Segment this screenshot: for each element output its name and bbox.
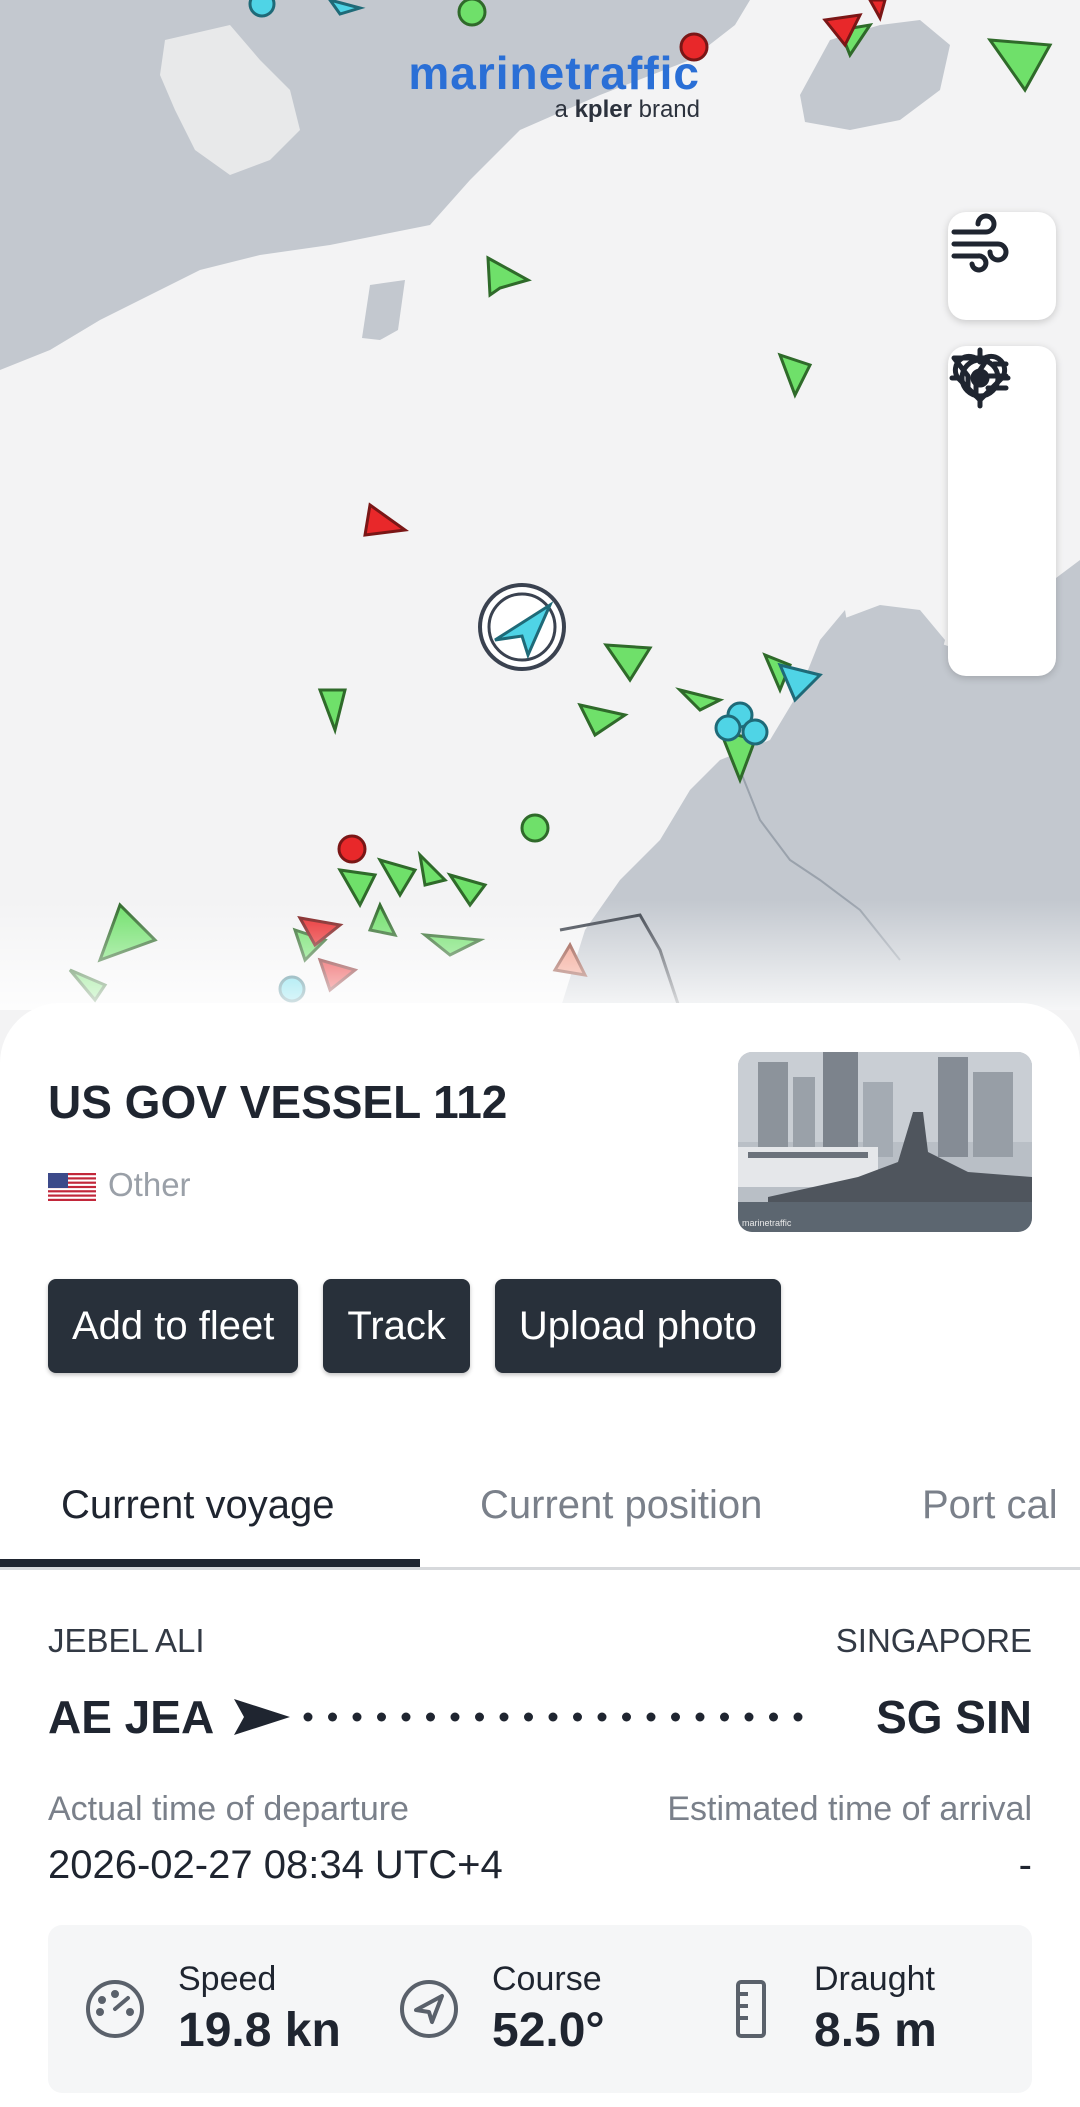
route-dot — [744, 1712, 754, 1722]
map-control-weather — [948, 212, 1056, 320]
vessel-marker[interactable] — [486, 255, 532, 298]
origin-port-name[interactable]: JEBEL ALI — [48, 1622, 205, 1660]
eta-label: Estimated time of arrival — [667, 1790, 1032, 1828]
vessel-marker[interactable] — [363, 502, 409, 537]
vessel-details-sheet[interactable]: US GOV VESSEL 112 Other marinetraffic Ad… — [0, 1003, 1080, 2107]
atd-value: 2026-02-27 08:34 UTC+4 — [48, 1843, 503, 1887]
voyage-stats: Speed 19.8 kn Course 52.0° Draught 8.5 m — [48, 1925, 1032, 2093]
ruler-icon — [736, 1980, 766, 2038]
vessel-marker[interactable] — [675, 687, 725, 712]
route-dot — [769, 1712, 779, 1722]
atd-label: Actual time of departure — [48, 1790, 409, 1828]
photo-watermark: marinetraffic — [742, 1218, 792, 1228]
land-islet — [362, 280, 405, 340]
map-view[interactable]: marinetraffic a kpler brand — [0, 0, 1080, 1010]
arrival-time: Estimated time of arrival - — [667, 1790, 1032, 1888]
us-flag-icon — [48, 1173, 96, 1201]
land-northeast — [800, 20, 950, 130]
vessel-marker[interactable] — [986, 38, 1053, 93]
vessel-photo-image: marinetraffic — [738, 1052, 1032, 1232]
vessel-marker[interactable] — [317, 688, 347, 736]
route-dot — [524, 1712, 534, 1722]
locate-button[interactable] — [948, 347, 1056, 670]
destination-port-code[interactable]: SG SIN — [876, 1690, 1032, 1744]
track-button[interactable]: Track — [323, 1279, 470, 1373]
route-dot — [328, 1712, 338, 1722]
route-dot — [646, 1712, 656, 1722]
vessel-marker-stationary[interactable] — [714, 714, 742, 742]
route-dot — [695, 1712, 705, 1722]
wind-button[interactable] — [948, 212, 1056, 320]
route-dot — [671, 1712, 681, 1722]
departure-time: Actual time of departure 2026-02-27 08:3… — [48, 1790, 503, 1888]
vessel-marker-stationary[interactable] — [337, 834, 367, 864]
speed-stat: Speed 19.8 kn — [84, 1925, 341, 2093]
vessel-marker-stationary[interactable] — [457, 0, 487, 27]
route-dot — [720, 1712, 730, 1722]
vessel-marker-stationary[interactable] — [741, 718, 769, 746]
filter-button[interactable] — [948, 355, 1056, 562]
brand-tagline: a kpler brand — [554, 96, 700, 123]
vessel-marker[interactable] — [777, 352, 813, 399]
route-dot — [475, 1712, 485, 1722]
course-stat: Course 52.0° — [398, 1925, 605, 2093]
brand-logo: marinetraffic a kpler brand — [380, 46, 700, 124]
route-dot — [450, 1712, 460, 1722]
destination-port-name[interactable]: SINGAPORE — [836, 1622, 1032, 1660]
route-dot — [597, 1712, 607, 1722]
route-dot — [548, 1712, 558, 1722]
detail-tabs: Current voyage Current position Port cal — [0, 1433, 1080, 1570]
draught-value: 8.5 m — [814, 2004, 937, 2057]
vessel-marker-stationary[interactable] — [248, 0, 276, 18]
vessel-marker[interactable] — [603, 643, 653, 683]
vessel-marker[interactable] — [868, 0, 887, 22]
route-dot — [426, 1712, 436, 1722]
tab-current-voyage[interactable]: Current voyage — [61, 1483, 334, 1528]
add-to-fleet-button[interactable]: Add to fleet — [48, 1279, 299, 1373]
draught-label: Draught — [814, 1960, 935, 1998]
upload-photo-button[interactable]: Upload photo — [494, 1279, 781, 1373]
map-control-group — [948, 346, 1056, 676]
tab-current-position[interactable]: Current position — [480, 1483, 762, 1528]
course-icon — [400, 1980, 458, 2038]
vessel-marker[interactable] — [577, 702, 629, 738]
route-line — [234, 1699, 803, 1735]
route-dot — [352, 1712, 362, 1722]
route-dot — [793, 1712, 803, 1722]
speed-value: 19.8 kn — [178, 2004, 341, 2057]
active-tab-indicator — [0, 1559, 420, 1567]
speed-label: Speed — [178, 1960, 277, 1998]
course-label: Course — [492, 1960, 602, 1998]
brand-name: marinetraffic — [408, 47, 700, 99]
route-dot — [401, 1712, 411, 1722]
selected-vessel-marker[interactable] — [478, 583, 566, 671]
vessel-marker-stationary[interactable] — [520, 813, 550, 843]
vessel-arrow-icon — [234, 1699, 291, 1735]
origin-port-code[interactable]: AE JEA — [48, 1690, 214, 1744]
route-dot — [622, 1712, 632, 1722]
vessel-name: US GOV VESSEL 112 — [48, 1076, 508, 1128]
vessel-marker[interactable] — [376, 857, 418, 898]
route-dot — [573, 1712, 583, 1722]
wind-icon — [951, 213, 1009, 273]
eta-value: - — [1018, 1843, 1032, 1887]
speedometer-icon — [86, 1980, 144, 2038]
course-value: 52.0° — [492, 2004, 605, 2057]
locate-icon — [949, 347, 1011, 409]
tab-port-calls[interactable]: Port cal — [922, 1483, 1058, 1528]
route-progress — [234, 1697, 856, 1737]
map-canvas[interactable] — [0, 0, 1080, 1010]
route-dot — [499, 1712, 509, 1722]
vessel-marker[interactable] — [337, 868, 378, 909]
voyage-route: JEBEL ALI SINGAPORE AE JEA SG SIN Actual… — [48, 1622, 1032, 1888]
vessel-photo[interactable]: marinetraffic — [738, 1052, 1032, 1232]
vessel-marker[interactable] — [417, 850, 448, 887]
vessel-actions: Add to fleet Track Upload photo — [48, 1279, 781, 1373]
vessel-type: Other — [108, 1166, 191, 1203]
route-dot — [377, 1712, 387, 1722]
route-dot — [303, 1712, 313, 1722]
draught-stat: Draught 8.5 m — [720, 1925, 937, 2093]
